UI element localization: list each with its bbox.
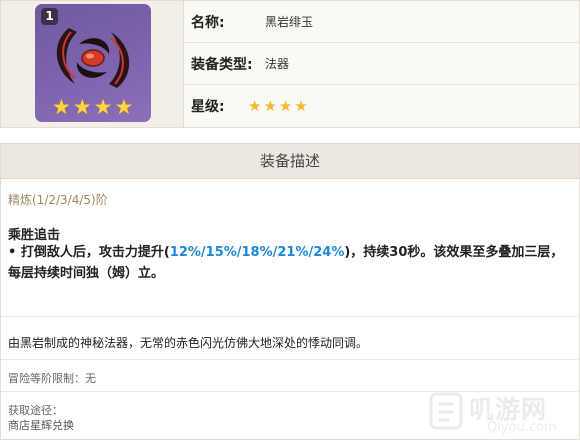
star-icon: ★	[278, 97, 293, 115]
divider	[1, 359, 579, 360]
icon-rarity-stars: ★ ★ ★ ★	[52, 96, 133, 118]
divider	[1, 316, 579, 317]
star-icon: ★	[248, 97, 262, 115]
refinement-levels: 精炼(1/2/3/4/5)阶	[8, 193, 108, 207]
star-icon: ★	[52, 95, 71, 119]
obsidian-catalyst-icon	[56, 28, 130, 88]
name-row: 名称: 黑岩绯玉	[185, 1, 579, 43]
item-icon-cell: 1 ★ ★ ★ ★	[1, 1, 184, 127]
rarity-row: 星级: ★ ★ ★ ★	[185, 85, 579, 127]
name-label: 名称:	[191, 14, 225, 31]
type-row: 装备类型: 法器	[185, 43, 579, 85]
star-icon: ★	[263, 97, 277, 115]
star-icon: ★	[72, 95, 92, 119]
skill-desc-prefix: • 打倒敌人后，攻击力提升(	[8, 245, 170, 260]
type-label: 装备类型:	[191, 56, 253, 73]
watermark-logo-icon	[429, 392, 463, 430]
source-value: 商店星辉兑换	[8, 419, 74, 432]
item-info-card: 1 ★ ★ ★ ★ 名称: 黑岩绯玉 装备类型: 法器 星级: ★ ★ ★ ★	[0, 0, 580, 128]
lore-text: 由黑岩制成的神秘法器，无常的赤色闪光仿佛大地深处的悸动同调。	[8, 336, 369, 350]
star-icon: ★	[114, 95, 134, 119]
star-icon: ★	[93, 95, 113, 119]
skill-desc-values: 12%/15%/18%/21%/24%	[169, 245, 345, 260]
item-icon: 1 ★ ★ ★ ★	[35, 4, 151, 122]
site-watermark: 叽游网 Qiyou.com	[425, 388, 575, 440]
rarity-label: 星级:	[191, 99, 225, 115]
rarity-stars: ★ ★ ★ ★	[248, 98, 308, 114]
source-label: 获取途径：	[8, 404, 63, 417]
star-icon: ★	[294, 97, 308, 115]
passive-skill-name: 乘胜追击	[8, 228, 61, 243]
watermark-sub-text: Qiyou.com	[487, 420, 557, 435]
name-value: 黑岩绯玉	[265, 15, 314, 29]
description-header: 装备描述	[1, 144, 579, 179]
passive-skill-description: • 打倒敌人后，攻击力提升(12%/15%/18%/21%/24%)，持续30秒…	[8, 242, 576, 284]
rank-limit: 冒险等阶限制：无	[8, 372, 96, 385]
type-value: 法器	[265, 57, 290, 71]
